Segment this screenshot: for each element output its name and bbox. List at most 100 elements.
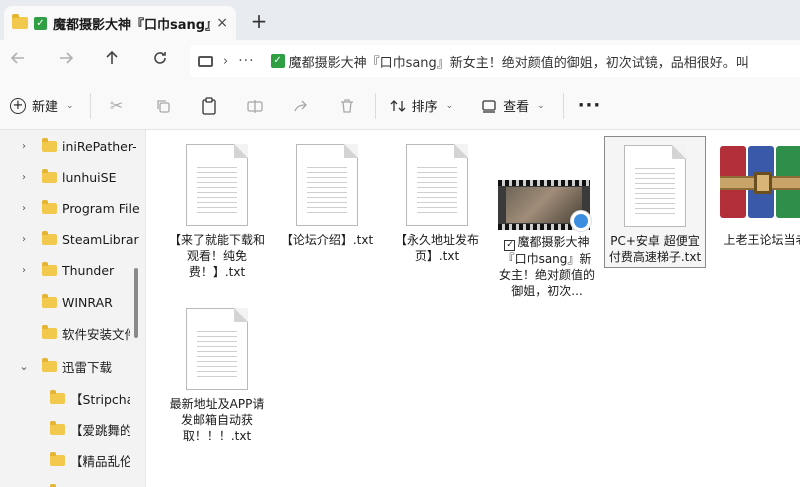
file-item[interactable]: 【论坛介绍】.txt	[276, 140, 378, 280]
checkbox-icon[interactable]: ✓	[504, 240, 516, 251]
close-tab-button[interactable]: ×	[216, 15, 228, 31]
view-button[interactable]: 查看 ⌄	[481, 96, 545, 115]
folder-icon	[42, 261, 57, 276]
trash-icon	[340, 98, 353, 113]
sidebar-item-label: 软件安装文件	[62, 326, 130, 342]
address-bar[interactable]: › ··· ✓ 魔都摄影大神『口巾sang』新女主！绝对颜值的御姐，初次试镜，品…	[190, 45, 800, 77]
sort-label: 排序	[411, 100, 438, 115]
sidebar-item-winrar[interactable]: WINRAR	[0, 290, 145, 314]
folder-item[interactable]: ✓ 魔都摄影大神『口巾sang』新女主！绝对颜值的御姐，初次...	[496, 140, 598, 300]
sidebar-item-label: iniRePather-	[62, 138, 137, 154]
folder-icon	[42, 230, 57, 245]
file-name: 上老王论坛当老王.zip	[723, 233, 800, 247]
chevron-right-icon[interactable]: ›	[18, 172, 30, 183]
chevron-down-icon: ⌄	[66, 100, 74, 111]
sidebar-item-partial[interactable]	[0, 480, 145, 487]
file-explorer-window: ✓ 魔都摄影大神『口巾sang』 × + › ··· ✓ 魔都摄影大神『口巾sa…	[0, 0, 800, 487]
share-icon	[293, 100, 307, 111]
command-toolbar: + 新建 ⌄ ✂ 排序 ⌄ 查看 ⌄ ···	[0, 82, 800, 130]
view-icon	[482, 99, 496, 113]
text-file-icon	[296, 144, 358, 226]
chevron-right-icon[interactable]: ›	[18, 265, 30, 276]
chevron-right-icon[interactable]: ›	[18, 203, 30, 214]
file-list: 【来了就能下载和观看！纯免费！】.txt 【论坛介绍】.txt 【永久地址发布页…	[146, 130, 800, 487]
folder-icon	[42, 199, 57, 214]
sidebar-item-label: SteamLibrar	[62, 231, 139, 247]
clipboard-icon	[201, 96, 216, 115]
back-button[interactable]	[6, 49, 30, 73]
breadcrumb-separator[interactable]: ›	[223, 54, 228, 69]
folder-icon	[42, 168, 57, 183]
arrow-up-icon	[106, 50, 118, 64]
sidebar-item-stripchat[interactable]: 【Stripchat	[0, 386, 145, 410]
sidebar-item-label: 【爱跳舞的	[70, 422, 130, 438]
toolbar-divider	[562, 92, 564, 119]
copy-button[interactable]	[151, 94, 175, 118]
sidebar-item-steamlibrary[interactable]: › SteamLibrar	[0, 227, 145, 251]
tab-current-folder[interactable]: ✓ 魔都摄影大神『口巾sang』 ×	[4, 6, 236, 40]
tab-strip: ✓ 魔都摄影大神『口巾sang』 × +	[0, 0, 800, 40]
arrow-left-icon	[10, 52, 24, 64]
checkbox-icon: ✓	[270, 54, 285, 68]
toolbar-divider	[374, 92, 376, 119]
refresh-button[interactable]	[148, 49, 172, 73]
file-name: 【论坛介绍】.txt	[280, 233, 374, 247]
up-button[interactable]	[100, 49, 124, 73]
cut-button[interactable]: ✂	[105, 94, 129, 118]
sidebar-item-inirepather[interactable]: › iniRePather-	[0, 134, 145, 158]
new-button-label: 新建	[32, 100, 59, 115]
file-item-selected[interactable]: PC+安卓 超便宜付费高速梯子.txt	[604, 136, 706, 268]
sidebar-item-label: 迅雷下载	[62, 359, 113, 375]
sidebar-item-label: 【Stripchat	[70, 391, 130, 407]
folder-icon	[42, 357, 57, 372]
checkbox-icon: ✓	[34, 16, 47, 30]
sidebar-item-software-install[interactable]: 软件安装文件	[0, 321, 145, 345]
sidebar-item-label: WINRAR	[62, 294, 113, 310]
sidebar-item-lunhuise[interactable]: › lunhuiSE	[0, 165, 145, 189]
more-options-button[interactable]: ···	[578, 95, 602, 116]
sidebar-item-boutique[interactable]: 【精品乱伦	[0, 448, 145, 472]
new-button[interactable]: + 新建 ⌄	[10, 96, 74, 115]
paste-button[interactable]	[197, 94, 221, 118]
chevron-down-icon[interactable]: ⌄	[18, 360, 30, 373]
scissors-icon: ✂	[109, 96, 124, 115]
file-name: 最新地址及APP请发邮箱自动获取！！！.txt	[169, 397, 265, 443]
folder-icon	[42, 137, 57, 152]
sidebar-item-label: 【精品乱伦	[70, 453, 130, 469]
winrar-archive-icon	[720, 146, 800, 222]
file-item[interactable]: 【永久地址发布页】.txt	[386, 140, 488, 280]
file-name: ✓ 魔都摄影大神『口巾sang』新女主！绝对颜值的御姐，初次...	[496, 234, 598, 299]
sidebar-item-label: lunhuiSE	[62, 169, 117, 185]
breadcrumb-overflow[interactable]: ···	[238, 53, 254, 69]
folder-icon	[42, 324, 57, 339]
sidebar-item-thunder[interactable]: › Thunder	[0, 258, 145, 282]
sidebar-scrollbar[interactable]	[134, 268, 138, 338]
sidebar-item-dance[interactable]: 【爱跳舞的	[0, 417, 145, 441]
chevron-right-icon[interactable]: ›	[18, 234, 30, 245]
chevron-down-icon: ⌄	[445, 100, 454, 111]
file-name: 【永久地址发布页】.txt	[394, 233, 479, 263]
file-item[interactable]: 最新地址及APP请发邮箱自动获取！！！.txt	[166, 304, 268, 454]
folder-icon	[50, 389, 65, 404]
sidebar-item-label: Program File	[62, 200, 140, 216]
text-file-icon	[624, 145, 686, 227]
delete-button[interactable]	[335, 94, 359, 118]
share-button[interactable]	[289, 94, 313, 118]
sidebar-item-program-files[interactable]: › Program File	[0, 196, 145, 220]
forward-button[interactable]	[54, 49, 78, 73]
rename-button[interactable]	[243, 94, 267, 118]
text-file-icon	[406, 144, 468, 226]
sort-icon	[390, 99, 406, 112]
file-item[interactable]: 上老王论坛当老王.zip	[716, 140, 800, 280]
tab-title: 魔都摄影大神『口巾sang』	[53, 17, 211, 33]
file-item[interactable]: 【来了就能下载和观看！纯免费！】.txt	[166, 140, 268, 280]
chevron-right-icon[interactable]: ›	[18, 141, 30, 152]
breadcrumb-current[interactable]: 魔都摄影大神『口巾sang』新女主！绝对颜值的御姐，初次试镜，品相很好。叫	[289, 52, 749, 71]
sidebar-item-label: Thunder	[62, 262, 115, 278]
folder-icon	[12, 14, 28, 29]
sort-button[interactable]: 排序 ⌄	[390, 96, 454, 115]
navigation-bar: › ··· ✓ 魔都摄影大神『口巾sang』新女主！绝对颜值的御姐，初次试镜，品…	[0, 40, 800, 82]
sidebar-item-xunlei-downloads[interactable]: ⌄ 迅雷下载	[0, 354, 145, 378]
arrow-right-icon	[60, 52, 74, 64]
new-tab-button[interactable]: +	[248, 10, 270, 32]
